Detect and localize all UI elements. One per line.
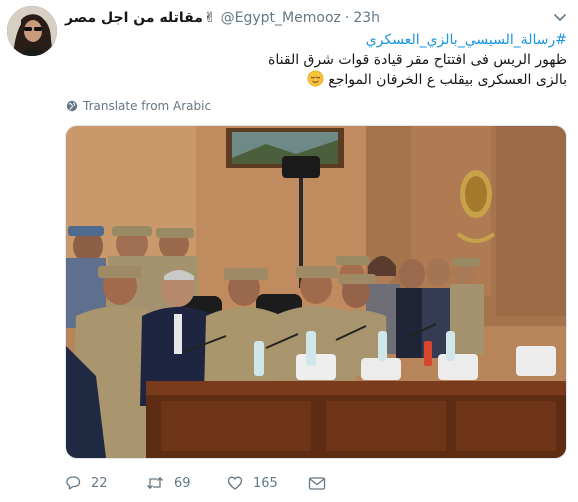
display-name[interactable]: مقاتله من اجل مصر bbox=[65, 10, 203, 26]
tweet-photo[interactable] bbox=[65, 125, 567, 459]
victory-hand-emoji: ✌ bbox=[203, 10, 216, 26]
envelope-icon bbox=[308, 477, 326, 490]
retweet-count: 69 bbox=[174, 475, 191, 491]
separator-dot: · bbox=[344, 10, 350, 26]
reply-count: 22 bbox=[91, 475, 108, 491]
relieved-face-emoji-icon bbox=[307, 70, 324, 87]
retweet-button[interactable]: 69 bbox=[146, 475, 191, 491]
globe-icon bbox=[66, 100, 78, 112]
chevron-down-icon[interactable] bbox=[552, 9, 568, 25]
hashtag-link[interactable]: #رسالة_السيسي_بالزي_العسكري bbox=[67, 30, 567, 50]
like-count: 165 bbox=[253, 475, 278, 491]
retweet-icon bbox=[147, 476, 163, 490]
heart-icon bbox=[227, 476, 243, 490]
avatar[interactable] bbox=[7, 6, 57, 56]
tweet-text: #رسالة_السيسي_بالزي_العسكري ظهور الريس ف… bbox=[67, 30, 567, 90]
like-button[interactable]: 165 bbox=[227, 475, 278, 491]
tweet-header: مقاتله من اجل مصر ✌ @Egypt_Memooz · 23h bbox=[65, 8, 380, 28]
user-handle[interactable]: @Egypt_Memooz bbox=[221, 10, 341, 26]
tweet-text-line-2: بالزى العسكرى بيقلب ع الخرفان المواجع bbox=[328, 72, 567, 88]
translate-link[interactable]: Translate from Arabic bbox=[66, 98, 211, 114]
tweet-text-line-1: ظهور الريس فى افتتاح مقر قيادة قوات شرق … bbox=[268, 52, 567, 68]
tweet[interactable]: مقاتله من اجل مصر ✌ @Egypt_Memooz · 23h … bbox=[0, 0, 578, 502]
timestamp[interactable]: 23h bbox=[353, 10, 380, 26]
translate-label: Translate from Arabic bbox=[83, 99, 212, 113]
reply-button[interactable]: 22 bbox=[65, 475, 108, 491]
reply-icon bbox=[66, 476, 81, 490]
tweet-text-line-2-wrap: بالزى العسكرى بيقلب ع الخرفان المواجع bbox=[67, 70, 567, 90]
direct-message-button[interactable] bbox=[308, 475, 336, 491]
